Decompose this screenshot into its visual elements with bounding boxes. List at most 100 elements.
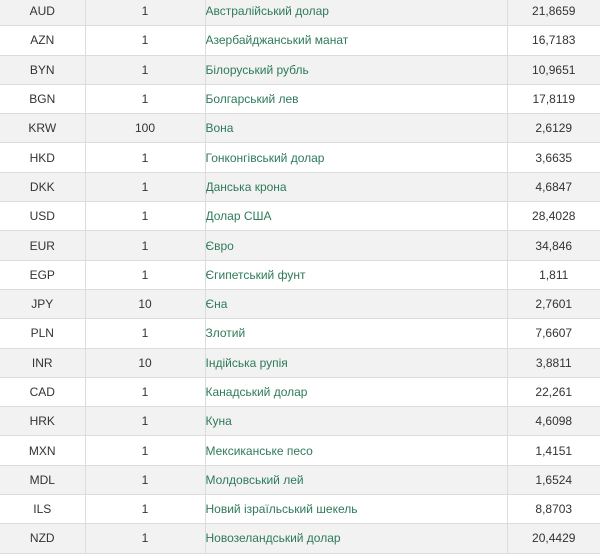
table-row: NZD 1 Новозеландський долар 20,4429 (0, 523, 600, 554)
currency-code: MXN (0, 435, 86, 466)
table-row: MDL 1 Молдовський лей 1,6524 (0, 465, 600, 496)
currency-name-link[interactable]: Мексиканське песо (206, 444, 313, 458)
currency-code: BGN (0, 84, 86, 115)
table-row: PLN 1 Злотий 7,6607 (0, 318, 600, 349)
currency-name-cell: Індійська рупія (205, 348, 508, 378)
currency-name-link[interactable]: Новозеландський долар (206, 531, 341, 545)
currency-code: CAD (0, 377, 86, 408)
currency-name-link[interactable]: Білоруський рубль (206, 63, 309, 77)
currency-rates-table: AUD 1 Австралійський долар 21,8659 AZN 1… (0, 0, 600, 554)
currency-units: 1 (85, 494, 206, 525)
currency-name-cell: Молдовський лей (205, 465, 508, 496)
table-row: BYN 1 Білоруський рубль 10,9651 (0, 55, 600, 85)
currency-code: INR (0, 348, 86, 378)
currency-name-link[interactable]: Гонконгівський долар (206, 151, 325, 165)
currency-name-cell: Вона (205, 113, 508, 144)
exchange-rate: 1,811 (507, 260, 600, 290)
table-row: BGN 1 Болгарський лев 17,8119 (0, 84, 600, 115)
exchange-rate: 4,6847 (507, 172, 600, 203)
currency-name-link[interactable]: Єна (206, 297, 228, 311)
currency-name-link[interactable]: Болгарський лев (206, 92, 299, 106)
exchange-rate: 28,4028 (507, 201, 600, 232)
currency-name-cell: Єгипетський фунт (205, 260, 508, 290)
currency-name-link[interactable]: Новий ізраїльський шекель (206, 502, 358, 516)
currency-name-cell: Азербайджанський манат (205, 25, 508, 56)
currency-code: USD (0, 201, 86, 232)
currency-name-cell: Злотий (205, 318, 508, 349)
currency-code: EUR (0, 230, 86, 261)
currency-name-link[interactable]: Азербайджанський манат (206, 33, 349, 47)
currency-name-cell: Мексиканське песо (205, 435, 508, 466)
exchange-rate: 1,6524 (507, 465, 600, 496)
currency-name-link[interactable]: Злотий (206, 326, 246, 340)
currency-units: 1 (85, 406, 206, 437)
currency-name-cell: Гонконгівський долар (205, 142, 508, 173)
currency-name-cell: Євро (205, 230, 508, 261)
currency-name-cell: Єна (205, 289, 508, 320)
currency-units: 1 (85, 260, 206, 290)
currency-units: 1 (85, 230, 206, 261)
currency-code: NZD (0, 523, 86, 554)
currency-code: AUD (0, 0, 86, 27)
exchange-rate: 1,4151 (507, 435, 600, 466)
table-row: CAD 1 Канадський долар 22,261 (0, 377, 600, 408)
currency-name-link[interactable]: Канадський долар (206, 385, 308, 399)
currency-name-cell: Канадський долар (205, 377, 508, 408)
currency-name-cell: Австралійський долар (205, 0, 508, 27)
currency-code: KRW (0, 113, 86, 144)
currency-name-cell: Білоруський рубль (205, 55, 508, 85)
currency-name-link[interactable]: Долар США (206, 209, 272, 223)
table-row: EUR 1 Євро 34,846 (0, 230, 600, 261)
currency-name-link[interactable]: Євро (206, 239, 234, 253)
currency-name-link[interactable]: Вона (206, 121, 234, 135)
currency-name-cell: Новий ізраїльський шекель (205, 494, 508, 525)
currency-code: JPY (0, 289, 86, 320)
table-row: AZN 1 Азербайджанський манат 16,7183 (0, 25, 600, 56)
currency-units: 1 (85, 435, 206, 466)
currency-name-link[interactable]: Єгипетський фунт (206, 268, 306, 282)
currency-code: DKK (0, 172, 86, 203)
currency-rates-body: AUD 1 Австралійський долар 21,8659 AZN 1… (0, 0, 600, 554)
exchange-rate: 21,8659 (507, 0, 600, 27)
currency-name-link[interactable]: Індійська рупія (206, 356, 288, 370)
table-row: INR 10 Індійська рупія 3,8811 (0, 348, 600, 378)
exchange-rate: 2,7601 (507, 289, 600, 320)
table-row: EGP 1 Єгипетський фунт 1,811 (0, 260, 600, 290)
currency-units: 1 (85, 84, 206, 115)
currency-units: 1 (85, 172, 206, 203)
table-row: USD 1 Долар США 28,4028 (0, 201, 600, 232)
currency-units: 1 (85, 201, 206, 232)
exchange-rate: 16,7183 (507, 25, 600, 56)
currency-name-link[interactable]: Молдовський лей (206, 473, 304, 487)
exchange-rate: 22,261 (507, 377, 600, 408)
exchange-rate: 8,8703 (507, 494, 600, 525)
currency-units: 1 (85, 465, 206, 496)
currency-units: 1 (85, 318, 206, 349)
exchange-rate: 34,846 (507, 230, 600, 261)
currency-code: HRK (0, 406, 86, 437)
table-row: JPY 10 Єна 2,7601 (0, 289, 600, 320)
currency-name-link[interactable]: Данська крона (206, 180, 287, 194)
currency-units: 10 (85, 348, 206, 378)
currency-code: HKD (0, 142, 86, 173)
currency-units: 1 (85, 0, 206, 27)
currency-name-cell: Болгарський лев (205, 84, 508, 115)
currency-units: 1 (85, 55, 206, 85)
currency-name-cell: Долар США (205, 201, 508, 232)
currency-name-cell: Новозеландський долар (205, 523, 508, 554)
currency-name-cell: Куна (205, 406, 508, 437)
currency-code: AZN (0, 25, 86, 56)
exchange-rate: 3,6635 (507, 142, 600, 173)
table-row: HKD 1 Гонконгівський долар 3,6635 (0, 142, 600, 173)
currency-units: 1 (85, 377, 206, 408)
exchange-rate: 4,6098 (507, 406, 600, 437)
currency-code: BYN (0, 55, 86, 85)
currency-code: PLN (0, 318, 86, 349)
currency-name-link[interactable]: Австралійський долар (206, 4, 329, 18)
exchange-rate: 2,6129 (507, 113, 600, 144)
table-row: MXN 1 Мексиканське песо 1,4151 (0, 435, 600, 466)
currency-units: 100 (85, 113, 206, 144)
currency-name-link[interactable]: Куна (206, 414, 232, 428)
exchange-rate: 20,4429 (507, 523, 600, 554)
currency-units: 10 (85, 289, 206, 320)
